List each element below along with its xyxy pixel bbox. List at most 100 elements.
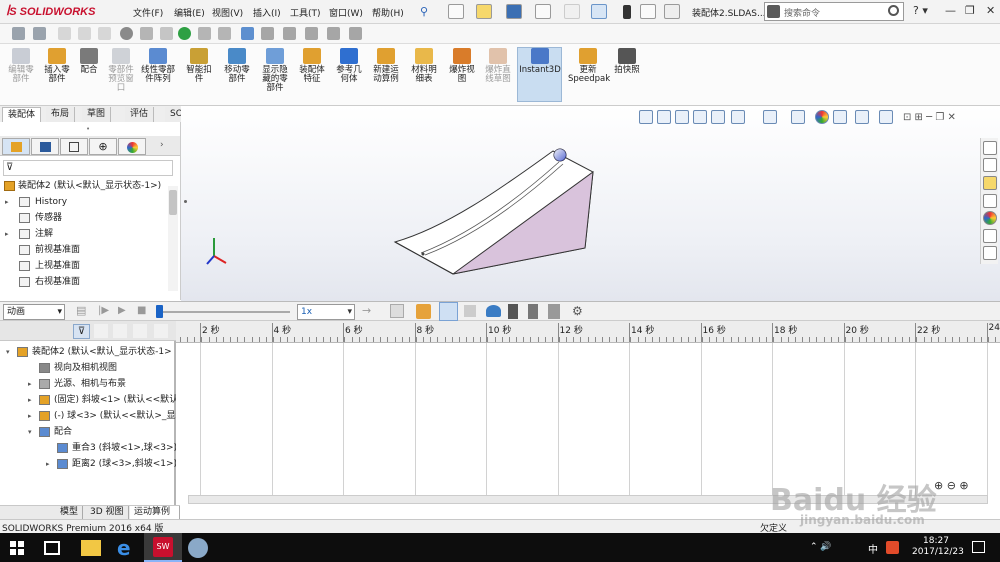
ime-indicator[interactable]: 中 — [868, 541, 878, 556]
smart-dimension-icon[interactable] — [58, 27, 71, 40]
tree-root[interactable]: 装配体2 (默认<默认_显示状态-1>) — [0, 178, 168, 194]
cmd-button-11[interactable]: 材料明 细表 — [408, 48, 440, 84]
panel-expand-chevron-icon[interactable]: › — [160, 140, 164, 150]
motion-tree-item[interactable]: ▸ 距离2 (球<3>,斜坡<1>) — [0, 456, 176, 472]
expand-arrow-icon[interactable]: ▸ — [5, 226, 9, 242]
appearances-icon[interactable] — [983, 211, 997, 225]
expand-arrow-icon[interactable]: ▸ — [28, 408, 32, 424]
play-icon[interactable]: ▶ — [118, 305, 126, 316]
vise-icon[interactable] — [327, 27, 340, 40]
cmd-button-1[interactable]: 插入零 部件 — [40, 48, 74, 84]
gear-settings-icon[interactable] — [120, 27, 133, 40]
save-icon[interactable] — [506, 4, 522, 19]
cmd-button-0[interactable]: 编辑零 部件 — [4, 48, 38, 84]
autokey-icon[interactable] — [439, 302, 458, 321]
study-type-select[interactable]: 动画 ▾ — [3, 304, 65, 320]
menu-tools[interactable]: 工具(T) — [290, 6, 321, 19]
file-properties-icon[interactable] — [640, 4, 656, 19]
system-tray-icons[interactable]: ⌃ 🔊 — [810, 542, 832, 552]
search-icon[interactable] — [888, 5, 899, 16]
bottom-tab-2[interactable]: 运动算例 1 — [130, 506, 180, 530]
cmd-button-16[interactable]: 拍快照 — [612, 48, 642, 75]
tab-configuration-manager[interactable] — [60, 138, 88, 155]
save-animation-icon[interactable] — [390, 304, 404, 318]
close-button[interactable]: ✕ — [986, 4, 995, 17]
input-method-icon[interactable] — [886, 541, 899, 554]
collapse-tree-icon[interactable] — [154, 324, 168, 338]
notification-center-icon[interactable] — [972, 541, 985, 553]
motion-tree-item[interactable]: ▸ (固定) 斜坡<1> (默认<<默认 — [0, 392, 176, 408]
playback-mode-icon[interactable]: → — [362, 304, 371, 317]
cmd-button-10[interactable]: 新建运 动算例 — [368, 48, 404, 84]
menu-insert[interactable]: 插入(I) — [253, 6, 281, 19]
view-palette-icon[interactable] — [983, 194, 997, 208]
grid-icon[interactable] — [261, 27, 274, 40]
motion-tree-item[interactable]: ▾ 配合 — [0, 424, 176, 440]
edit-component-icon[interactable] — [12, 27, 25, 40]
playback-speed-select[interactable]: 1x ▾ — [297, 304, 355, 320]
home-icon[interactable] — [983, 141, 997, 155]
graphics-area[interactable]: ⊡ ⊞ ─ ❐ ✕ — [181, 106, 1000, 301]
cmd-button-12[interactable]: 爆炸视 图 — [446, 48, 478, 84]
expand-arrow-icon[interactable]: ▾ — [6, 344, 10, 360]
menu-view[interactable]: 视图(V) — [212, 6, 243, 19]
menu-window[interactable]: 窗口(W) — [329, 6, 363, 19]
expand-arrow-icon[interactable]: ▸ — [28, 392, 32, 408]
design-library-icon[interactable] — [983, 158, 997, 172]
search-commands-input[interactable]: 搜索命令 — [764, 2, 904, 21]
motion-tree-item[interactable]: 视向及相机视图 — [0, 360, 176, 376]
motion-tree-item[interactable]: ▸ (-) 球<3> (默认<<默认>_显示 — [0, 408, 176, 424]
filter-driving-icon[interactable] — [94, 324, 108, 338]
print-icon[interactable] — [535, 4, 551, 19]
cmd-button-6[interactable]: 移动零 部件 — [220, 48, 254, 84]
ribbon-tab-0[interactable]: 装配体 — [2, 107, 42, 122]
ribbon-tab-3[interactable]: 评估 — [125, 107, 155, 122]
stop-icon[interactable]: ■ — [137, 305, 146, 316]
edge-browser-icon[interactable]: e — [117, 538, 137, 558]
panel-grip-icon[interactable]: • — [86, 125, 90, 133]
add-key-icon[interactable] — [464, 305, 476, 317]
layers-icon[interactable] — [140, 27, 153, 40]
help-question-icon[interactable]: ? ▾ — [913, 4, 928, 17]
rebuild-traffic-light-icon[interactable] — [623, 5, 631, 19]
feature-tree-scrollbar[interactable] — [168, 186, 178, 291]
new-document-icon[interactable] — [448, 4, 464, 19]
calculate-icon[interactable]: ▤ — [76, 304, 86, 317]
ribbon-tab-1[interactable]: 布局 — [46, 107, 76, 122]
find-icon[interactable] — [241, 27, 254, 40]
solidworks-logo[interactable]: ꟾS SOLIDWORKS — [6, 5, 95, 18]
sketch-icon[interactable] — [33, 27, 46, 40]
open-folder-icon[interactable] — [476, 4, 492, 19]
tab-dimxpert-manager[interactable]: ⊕ — [89, 138, 117, 155]
bottom-tab-0[interactable]: 模型 — [56, 506, 84, 519]
tab-display-manager[interactable] — [118, 138, 146, 155]
tree-item[interactable]: 上视基准面 — [0, 258, 168, 274]
pin-icon[interactable]: ⚲ — [420, 5, 428, 18]
expand-arrow-icon[interactable]: ▸ — [5, 194, 9, 210]
dish-icon[interactable] — [160, 27, 173, 40]
tab-property-manager[interactable] — [31, 138, 59, 155]
motion-tree-item[interactable]: ▾ 装配体2 (默认<默认_显示状态-1> — [0, 344, 176, 360]
cmd-button-2[interactable]: 配合 — [76, 48, 102, 75]
tree-item[interactable]: ▸ History — [0, 194, 168, 210]
display-icon[interactable] — [98, 27, 111, 40]
file-explorer-icon[interactable] — [983, 176, 997, 190]
task-view-icon[interactable] — [44, 541, 60, 555]
tree-item[interactable]: 右视基准面 — [0, 274, 168, 288]
custom-properties-icon[interactable] — [983, 229, 997, 243]
select-arrow-icon[interactable] — [591, 4, 607, 19]
taskbar-clock[interactable]: 18:27 2017/12/23 — [912, 536, 964, 558]
windows-start-icon[interactable] — [10, 541, 24, 555]
timeline-ruler[interactable]: 2 秒 4 秒 6 秒 8 秒 10 秒 12 秒 14 秒 16 秒 18 秒 20 秒 22 秒… — [176, 321, 1000, 343]
playback-slider-track[interactable] — [158, 311, 290, 313]
tree-item[interactable]: 前视基准面 — [0, 242, 168, 258]
menu-help[interactable]: 帮助(H) — [372, 6, 404, 19]
ball-model[interactable] — [553, 148, 567, 162]
tab-feature-manager[interactable] — [2, 138, 30, 155]
model-canvas[interactable] — [181, 106, 1000, 301]
tree-item[interactable]: 传感器 — [0, 210, 168, 226]
cmd-button-15[interactable]: 更新 Speedpak — [568, 48, 610, 84]
animation-wizard-icon[interactable] — [416, 304, 431, 319]
tool-icon[interactable] — [305, 27, 318, 40]
forum-icon[interactable] — [983, 246, 997, 260]
